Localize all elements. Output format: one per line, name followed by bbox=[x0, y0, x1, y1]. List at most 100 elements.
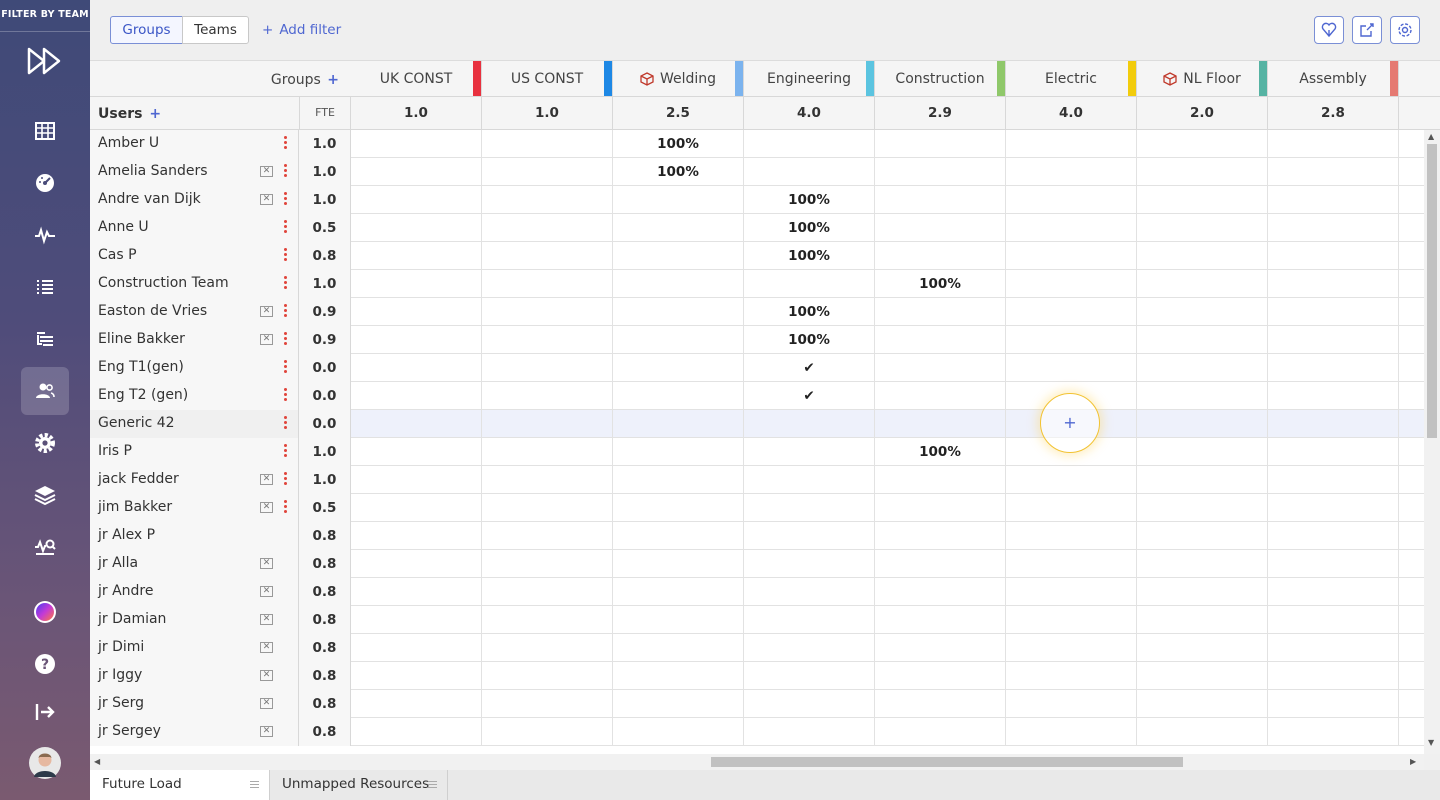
user-name-cell[interactable]: jr Damian ✕ bbox=[90, 606, 299, 634]
group-column-header[interactable]: S bbox=[1399, 61, 1440, 97]
allocation-cell[interactable] bbox=[744, 270, 875, 298]
allocation-cell[interactable] bbox=[1137, 494, 1268, 522]
allocation-cell[interactable] bbox=[1268, 242, 1399, 270]
remove-icon[interactable]: ✕ bbox=[260, 306, 273, 317]
allocation-cell[interactable] bbox=[875, 354, 1006, 382]
allocation-cell[interactable] bbox=[613, 522, 744, 550]
remove-icon[interactable]: ✕ bbox=[260, 586, 273, 597]
allocation-cell[interactable] bbox=[1137, 550, 1268, 578]
sidebar-item-color-orb[interactable] bbox=[21, 588, 69, 636]
allocation-cell[interactable] bbox=[351, 522, 482, 550]
allocation-cell[interactable] bbox=[875, 522, 1006, 550]
allocation-cell[interactable] bbox=[351, 382, 482, 410]
allocation-cell[interactable] bbox=[351, 242, 482, 270]
allocation-cell[interactable] bbox=[744, 662, 875, 690]
remove-icon[interactable]: ✕ bbox=[260, 166, 273, 177]
allocation-cell[interactable] bbox=[351, 606, 482, 634]
group-column-header[interactable]: UK CONST bbox=[351, 61, 482, 97]
allocation-cell[interactable] bbox=[744, 634, 875, 662]
allocation-cell[interactable] bbox=[1268, 718, 1399, 746]
allocation-cell[interactable] bbox=[1268, 326, 1399, 354]
user-name-cell[interactable]: jr Andre ✕ bbox=[90, 578, 299, 606]
more-options-icon[interactable] bbox=[283, 136, 287, 152]
allocation-cell[interactable]: 100% bbox=[875, 438, 1006, 466]
allocation-cell[interactable] bbox=[482, 606, 613, 634]
allocation-cell[interactable] bbox=[482, 130, 613, 158]
tab-menu-icon[interactable] bbox=[250, 781, 259, 790]
allocation-cell[interactable] bbox=[744, 466, 875, 494]
allocation-cell[interactable]: ✔ bbox=[744, 382, 875, 410]
user-name-cell[interactable]: Amber U bbox=[90, 130, 299, 158]
allocation-cell[interactable] bbox=[1006, 270, 1137, 298]
allocation-cell[interactable] bbox=[1137, 186, 1268, 214]
allocation-cell[interactable] bbox=[875, 158, 1006, 186]
allocation-cell[interactable] bbox=[1137, 466, 1268, 494]
remove-icon[interactable]: ✕ bbox=[260, 334, 273, 345]
allocation-cell[interactable] bbox=[613, 214, 744, 242]
allocation-cell[interactable] bbox=[1268, 270, 1399, 298]
allocation-cell[interactable] bbox=[875, 242, 1006, 270]
allocation-cell[interactable] bbox=[613, 606, 744, 634]
allocation-cell[interactable] bbox=[482, 550, 613, 578]
allocation-cell[interactable] bbox=[1268, 634, 1399, 662]
user-name-cell[interactable]: Construction Team bbox=[90, 270, 299, 298]
more-options-icon[interactable] bbox=[283, 388, 287, 404]
table-row[interactable]: Iris P 1.0 100% bbox=[90, 438, 1440, 466]
allocation-cell[interactable] bbox=[1006, 214, 1137, 242]
user-name-cell[interactable]: Amelia Sanders ✕ bbox=[90, 158, 299, 186]
allocation-cell[interactable] bbox=[1268, 158, 1399, 186]
horizontal-scrollbar[interactable]: ◀ ▶ bbox=[90, 754, 1424, 770]
allocation-cell[interactable] bbox=[1006, 662, 1137, 690]
allocation-cell[interactable] bbox=[613, 410, 744, 438]
allocation-cell[interactable]: 100% bbox=[744, 214, 875, 242]
more-options-icon[interactable] bbox=[283, 192, 287, 208]
allocation-cell[interactable] bbox=[351, 410, 482, 438]
allocation-cell[interactable] bbox=[1006, 354, 1137, 382]
allocation-cell[interactable] bbox=[1006, 158, 1137, 186]
teams-toggle-button[interactable]: Teams bbox=[182, 16, 249, 44]
table-row[interactable]: Eng T2 (gen) 0.0 ✔ bbox=[90, 382, 1440, 410]
more-options-icon[interactable] bbox=[283, 248, 287, 264]
allocation-cell[interactable] bbox=[613, 242, 744, 270]
allocation-cell[interactable] bbox=[482, 718, 613, 746]
allocation-cell[interactable] bbox=[744, 130, 875, 158]
allocation-cell[interactable] bbox=[613, 466, 744, 494]
allocation-cell[interactable] bbox=[1137, 298, 1268, 326]
allocation-cell[interactable] bbox=[875, 494, 1006, 522]
sidebar-item-list[interactable] bbox=[21, 263, 69, 311]
user-name-cell[interactable]: jr Alla ✕ bbox=[90, 550, 299, 578]
allocation-cell[interactable] bbox=[1268, 466, 1399, 494]
allocation-cell[interactable] bbox=[351, 354, 482, 382]
remove-icon[interactable]: ✕ bbox=[260, 698, 273, 709]
more-options-icon[interactable] bbox=[283, 276, 287, 292]
sidebar-item-users[interactable] bbox=[21, 367, 69, 415]
allocation-cell[interactable] bbox=[744, 158, 875, 186]
allocation-cell[interactable] bbox=[613, 690, 744, 718]
table-row[interactable]: Amelia Sanders ✕ 1.0 100% bbox=[90, 158, 1440, 186]
scroll-up-icon[interactable]: ▲ bbox=[1428, 132, 1434, 141]
export-button[interactable] bbox=[1352, 16, 1382, 44]
user-name-cell[interactable]: Cas P bbox=[90, 242, 299, 270]
user-name-cell[interactable]: jr Serg ✕ bbox=[90, 690, 299, 718]
table-row[interactable]: jr Serg ✕ 0.8 bbox=[90, 690, 1440, 718]
allocation-cell[interactable] bbox=[1268, 214, 1399, 242]
allocation-cell[interactable] bbox=[1268, 550, 1399, 578]
user-name-cell[interactable]: Iris P bbox=[90, 438, 299, 466]
allocation-cell[interactable] bbox=[1268, 690, 1399, 718]
users-header[interactable]: Users + bbox=[98, 106, 161, 122]
allocation-cell[interactable] bbox=[1137, 438, 1268, 466]
sidebar-item-layers[interactable] bbox=[21, 471, 69, 519]
allocation-cell[interactable] bbox=[613, 550, 744, 578]
allocation-cell[interactable] bbox=[482, 298, 613, 326]
allocation-cell[interactable] bbox=[482, 382, 613, 410]
table-row[interactable]: Anne U 0.5 100% bbox=[90, 214, 1440, 242]
allocation-cell[interactable] bbox=[875, 130, 1006, 158]
vertical-scroll-thumb[interactable] bbox=[1427, 144, 1437, 438]
remove-icon[interactable]: ✕ bbox=[260, 670, 273, 681]
group-column-header[interactable]: Engineering bbox=[744, 61, 875, 97]
groups-toggle-button[interactable]: Groups bbox=[110, 16, 183, 44]
allocation-cell[interactable] bbox=[482, 270, 613, 298]
remove-icon[interactable]: ✕ bbox=[260, 558, 273, 569]
allocation-cell[interactable] bbox=[1268, 186, 1399, 214]
allocation-cell[interactable] bbox=[744, 494, 875, 522]
